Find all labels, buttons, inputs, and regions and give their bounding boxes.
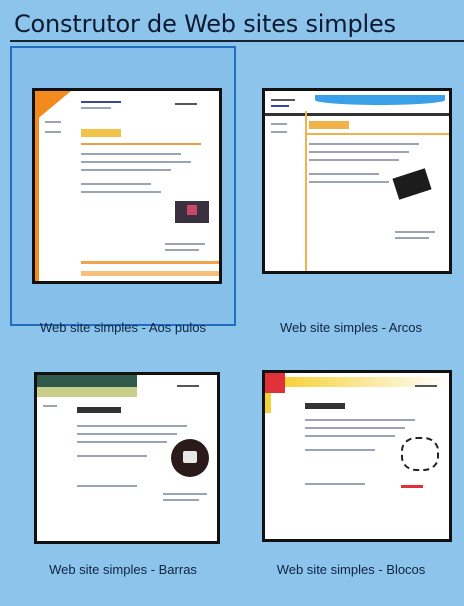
header-divider	[10, 40, 464, 42]
template-thumbnail	[262, 88, 452, 274]
template-tile-blocos[interactable]: Web site simples - Blocos	[238, 326, 464, 606]
template-thumbnail	[32, 88, 222, 284]
page-header: Construtor de Web sites simples	[0, 0, 464, 46]
template-label: Web site simples - Barras	[49, 562, 197, 577]
template-thumbnail	[262, 370, 452, 542]
template-tile-arcos[interactable]: Web site simples - Arcos	[238, 46, 464, 335]
template-tile-barras[interactable]: Web site simples - Barras	[10, 326, 236, 606]
template-thumbnail	[34, 372, 220, 544]
page-title: Construtor de Web sites simples	[14, 10, 396, 38]
template-label: Web site simples - Blocos	[276, 562, 426, 577]
template-tile-aos-pulos[interactable]: Web site simples - Aos pulos	[10, 46, 236, 335]
